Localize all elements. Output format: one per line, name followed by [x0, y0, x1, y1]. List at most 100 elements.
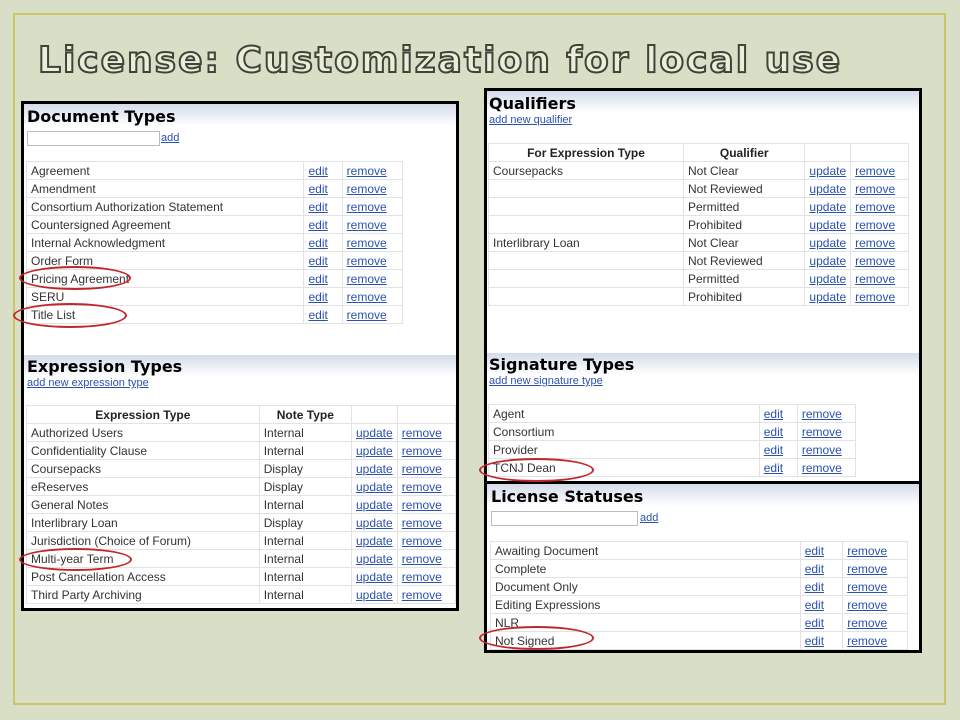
remove-link[interactable]: remove	[402, 516, 442, 530]
note-type-column-header: Note Type	[258, 405, 352, 424]
remove-link[interactable]: remove	[347, 308, 387, 322]
document-types-header: Document Types	[27, 107, 176, 126]
remove-link[interactable]: remove	[347, 164, 387, 178]
update-link[interactable]: update	[809, 272, 846, 286]
highlight-circle-title-list	[13, 303, 127, 328]
remove-link[interactable]: remove	[855, 236, 895, 250]
remove-link[interactable]: remove	[347, 272, 387, 286]
update-link[interactable]: update	[809, 200, 846, 214]
remove-link[interactable]: remove	[855, 164, 895, 178]
edit-link[interactable]: edit	[308, 308, 327, 322]
qualifier-name: Not Reviewed	[682, 179, 806, 198]
remove-link[interactable]: remove	[855, 254, 895, 268]
update-link[interactable]: update	[356, 498, 393, 512]
table-row: Internal Acknowledgment edit remove	[25, 233, 404, 252]
table-row: Consortium edit remove	[488, 422, 857, 441]
license-status-add-link[interactable]: add	[640, 512, 658, 524]
note-type-value: Display	[258, 459, 352, 478]
edit-link[interactable]: edit	[308, 200, 327, 214]
update-link[interactable]: update	[809, 254, 846, 268]
remove-link[interactable]: remove	[402, 480, 442, 494]
note-type-value: Internal	[258, 423, 352, 442]
remove-link[interactable]: remove	[402, 588, 442, 602]
expression-type-name: General Notes	[26, 495, 260, 514]
update-link[interactable]: update	[809, 218, 846, 232]
update-link[interactable]: update	[356, 462, 393, 476]
update-link[interactable]: update	[809, 164, 846, 178]
update-link[interactable]: update	[356, 588, 393, 602]
edit-link[interactable]: edit	[308, 182, 327, 196]
table-row: Complete edit remove	[490, 559, 908, 578]
remove-link[interactable]: remove	[347, 236, 387, 250]
highlight-circle-pricing-agreement	[19, 266, 131, 290]
remove-link[interactable]: remove	[402, 462, 442, 476]
remove-link[interactable]: remove	[847, 616, 887, 630]
edit-link[interactable]: edit	[308, 290, 327, 304]
remove-link[interactable]: remove	[847, 634, 887, 648]
remove-link[interactable]: remove	[347, 218, 387, 232]
remove-link[interactable]: remove	[347, 200, 387, 214]
edit-link[interactable]: edit	[805, 598, 824, 612]
remove-link[interactable]: remove	[855, 200, 895, 214]
add-expression-type-link[interactable]: add new expression type	[27, 377, 149, 389]
add-signature-type-link[interactable]: add new signature type	[489, 375, 603, 387]
update-link[interactable]: update	[356, 426, 393, 440]
update-link[interactable]: update	[809, 236, 846, 250]
edit-link[interactable]: edit	[764, 461, 783, 475]
document-type-input[interactable]	[27, 131, 160, 146]
edit-link[interactable]: edit	[764, 407, 783, 421]
remove-link[interactable]: remove	[802, 461, 842, 475]
edit-link[interactable]: edit	[308, 164, 327, 178]
document-type-add-link[interactable]: add	[161, 132, 179, 144]
edit-link[interactable]: edit	[805, 562, 824, 576]
remove-link[interactable]: remove	[402, 552, 442, 566]
edit-link[interactable]: edit	[805, 544, 824, 558]
remove-link[interactable]: remove	[855, 290, 895, 304]
remove-link[interactable]: remove	[855, 182, 895, 196]
expression-types-header: Expression Types	[27, 357, 183, 376]
edit-link[interactable]: edit	[764, 443, 783, 457]
remove-link[interactable]: remove	[347, 290, 387, 304]
edit-link[interactable]: edit	[308, 218, 327, 232]
update-link[interactable]: update	[356, 516, 393, 530]
edit-link[interactable]: edit	[805, 616, 824, 630]
remove-link[interactable]: remove	[402, 534, 442, 548]
edit-link[interactable]: edit	[308, 272, 327, 286]
expression-type-name: eReserves	[26, 477, 260, 496]
remove-link[interactable]: remove	[855, 218, 895, 232]
remove-link[interactable]: remove	[802, 407, 842, 421]
remove-link[interactable]: remove	[347, 254, 387, 268]
remove-link[interactable]: remove	[347, 182, 387, 196]
update-link[interactable]: update	[356, 444, 393, 458]
remove-link[interactable]: remove	[402, 444, 442, 458]
edit-link[interactable]: edit	[764, 425, 783, 439]
remove-link[interactable]: remove	[402, 570, 442, 584]
remove-link[interactable]: remove	[847, 544, 887, 558]
remove-link[interactable]: remove	[847, 580, 887, 594]
update-link[interactable]: update	[809, 182, 846, 196]
document-type-name: Agreement	[25, 161, 305, 180]
edit-link[interactable]: edit	[308, 254, 327, 268]
license-status-input[interactable]	[491, 511, 638, 526]
update-link[interactable]: update	[356, 552, 393, 566]
edit-link[interactable]: edit	[308, 236, 327, 250]
remove-link[interactable]: remove	[847, 562, 887, 576]
edit-link[interactable]: edit	[805, 634, 824, 648]
add-qualifier-link[interactable]: add new qualifier	[489, 114, 572, 126]
remove-link[interactable]: remove	[402, 426, 442, 440]
edit-link[interactable]: edit	[805, 580, 824, 594]
update-link[interactable]: update	[356, 480, 393, 494]
signature-type-name: Provider	[488, 440, 760, 459]
remove-link[interactable]: remove	[802, 443, 842, 457]
table-row: Jurisdiction (Choice of Forum) Internal up…	[26, 531, 456, 550]
left-panel: Document Types add Agreement edit remove Am…	[21, 101, 459, 611]
update-link[interactable]: update	[809, 290, 846, 304]
table-row: Consortium Authorization Statement edit re…	[25, 197, 404, 216]
remove-link[interactable]: remove	[855, 272, 895, 286]
table-row: Prohibited update remove	[488, 287, 909, 306]
update-link[interactable]: update	[356, 534, 393, 548]
update-link[interactable]: update	[356, 570, 393, 584]
remove-link[interactable]: remove	[402, 498, 442, 512]
remove-link[interactable]: remove	[802, 425, 842, 439]
remove-link[interactable]: remove	[847, 598, 887, 612]
